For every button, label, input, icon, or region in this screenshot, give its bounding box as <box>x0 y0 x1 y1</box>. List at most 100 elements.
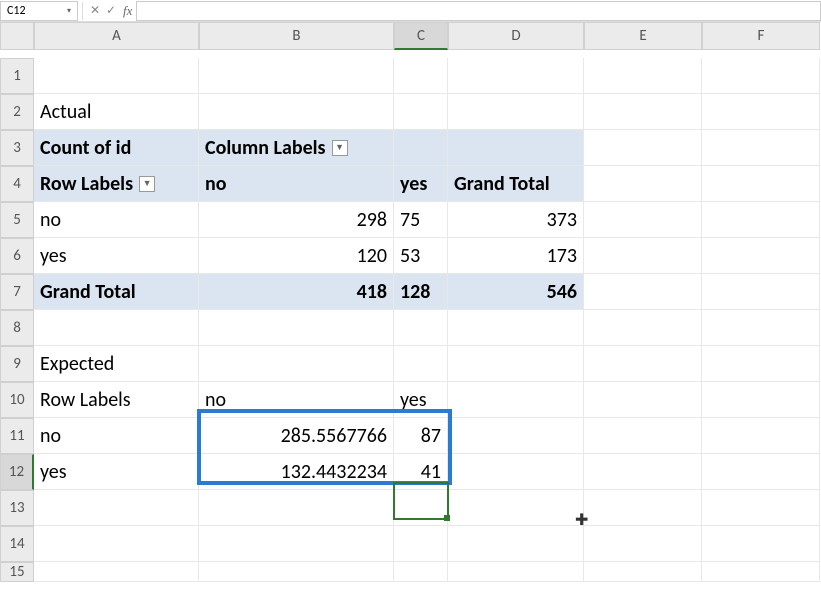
cell-D9[interactable] <box>448 346 584 382</box>
cell-F12[interactable] <box>702 454 820 490</box>
row-header-11[interactable]: 11 <box>0 418 34 454</box>
cell-F11[interactable] <box>702 418 820 454</box>
cell-A5[interactable]: no <box>34 202 199 238</box>
cell-A4[interactable]: Row Labels ▼ <box>34 166 199 202</box>
cell-C13[interactable] <box>394 490 448 526</box>
cell-D11[interactable] <box>448 418 584 454</box>
cell-B14[interactable] <box>199 526 394 562</box>
cell-E12[interactable] <box>584 454 702 490</box>
cell-C3[interactable] <box>394 130 448 166</box>
cell-C11[interactable]: 87 <box>394 418 448 454</box>
cell-F4[interactable] <box>702 166 820 202</box>
name-box-dropdown-icon[interactable]: ▾ <box>67 6 71 16</box>
cell-C14[interactable] <box>394 526 448 562</box>
cell-D3[interactable] <box>448 130 584 166</box>
cell-A2[interactable]: Actual <box>34 94 199 130</box>
accept-icon[interactable]: ✓ <box>103 3 119 18</box>
cell-D13[interactable] <box>448 490 584 526</box>
cell-B6[interactable]: 120 <box>199 238 394 274</box>
cell-A9[interactable]: Expected <box>34 346 199 382</box>
cell-E1[interactable] <box>584 58 702 94</box>
cell-D6[interactable]: 173 <box>448 238 584 274</box>
cell-D8[interactable] <box>448 310 584 346</box>
row-header-9[interactable]: 9 <box>0 346 34 382</box>
cell-E11[interactable] <box>584 418 702 454</box>
cell-D7[interactable]: 546 <box>448 274 584 310</box>
row-header-12[interactable]: 12 <box>0 454 34 490</box>
cell-E13[interactable] <box>584 490 702 526</box>
cell-A1[interactable] <box>34 58 199 94</box>
row-header-1[interactable]: 1 <box>0 58 34 94</box>
row-header-7[interactable]: 7 <box>0 274 34 310</box>
cell-E2[interactable] <box>584 94 702 130</box>
cell-D12[interactable] <box>448 454 584 490</box>
row-header-14[interactable]: 14 <box>0 526 34 562</box>
cell-C10[interactable]: yes <box>394 382 448 418</box>
cell-C4[interactable]: yes <box>394 166 448 202</box>
cell-F1[interactable] <box>702 58 820 94</box>
col-header-B[interactable]: B <box>199 22 394 50</box>
cell-F3[interactable] <box>702 130 820 166</box>
cell-B12[interactable]: 132.4432234 <box>199 454 394 490</box>
cell-D2[interactable] <box>448 94 584 130</box>
cell-E9[interactable] <box>584 346 702 382</box>
col-header-A[interactable]: A <box>34 22 199 50</box>
cell-F5[interactable] <box>702 202 820 238</box>
cell-B15[interactable] <box>199 562 394 582</box>
cell-A3[interactable]: Count of id <box>34 130 199 166</box>
cell-F2[interactable] <box>702 94 820 130</box>
cell-B3[interactable]: Column Labels ▼ <box>199 130 394 166</box>
cell-D1[interactable] <box>448 58 584 94</box>
cell-E5[interactable] <box>584 202 702 238</box>
cell-C15[interactable] <box>394 562 448 582</box>
cell-C9[interactable] <box>394 346 448 382</box>
row-header-2[interactable]: 2 <box>0 94 34 130</box>
cell-C7[interactable]: 128 <box>394 274 448 310</box>
cell-F7[interactable] <box>702 274 820 310</box>
cell-B4[interactable]: no <box>199 166 394 202</box>
cell-C2[interactable] <box>394 94 448 130</box>
col-header-C[interactable]: C <box>394 22 448 50</box>
cell-F13[interactable] <box>702 490 820 526</box>
cell-D4[interactable]: Grand Total <box>448 166 584 202</box>
cell-E7[interactable] <box>584 274 702 310</box>
cell-D14[interactable] <box>448 526 584 562</box>
column-labels-filter-icon[interactable]: ▼ <box>332 140 348 156</box>
row-header-4[interactable]: 4 <box>0 166 34 202</box>
cell-C1[interactable] <box>394 58 448 94</box>
cell-E10[interactable] <box>584 382 702 418</box>
row-header-10[interactable]: 10 <box>0 382 34 418</box>
cell-A12[interactable]: yes <box>34 454 199 490</box>
cell-F6[interactable] <box>702 238 820 274</box>
fx-icon[interactable]: fx <box>123 3 132 19</box>
cell-D15[interactable] <box>448 562 584 582</box>
row-header-6[interactable]: 6 <box>0 238 34 274</box>
cell-A8[interactable] <box>34 310 199 346</box>
cell-C6[interactable]: 53 <box>394 238 448 274</box>
cell-B10[interactable]: no <box>199 382 394 418</box>
cell-B8[interactable] <box>199 310 394 346</box>
cell-B9[interactable] <box>199 346 394 382</box>
row-header-15[interactable]: 15 <box>0 562 34 582</box>
cell-E6[interactable] <box>584 238 702 274</box>
row-header-13[interactable]: 13 <box>0 490 34 526</box>
cell-B11[interactable]: 285.5567766 <box>199 418 394 454</box>
cell-A10[interactable]: Row Labels <box>34 382 199 418</box>
cell-E14[interactable] <box>584 526 702 562</box>
cell-B2[interactable] <box>199 94 394 130</box>
col-header-F[interactable]: F <box>702 22 820 50</box>
col-header-D[interactable]: D <box>448 22 584 50</box>
select-all-corner[interactable] <box>0 22 34 50</box>
col-header-E[interactable]: E <box>584 22 702 50</box>
cell-C12[interactable]: 41 <box>394 454 448 490</box>
cell-A15[interactable] <box>34 562 199 582</box>
cell-D10[interactable] <box>448 382 584 418</box>
cell-B7[interactable]: 418 <box>199 274 394 310</box>
cell-B1[interactable] <box>199 58 394 94</box>
cell-F14[interactable] <box>702 526 820 562</box>
cell-B13[interactable] <box>199 490 394 526</box>
cell-D5[interactable]: 373 <box>448 202 584 238</box>
cell-E15[interactable] <box>584 562 702 582</box>
cancel-icon[interactable]: ✕ <box>87 3 103 18</box>
cell-F10[interactable] <box>702 382 820 418</box>
